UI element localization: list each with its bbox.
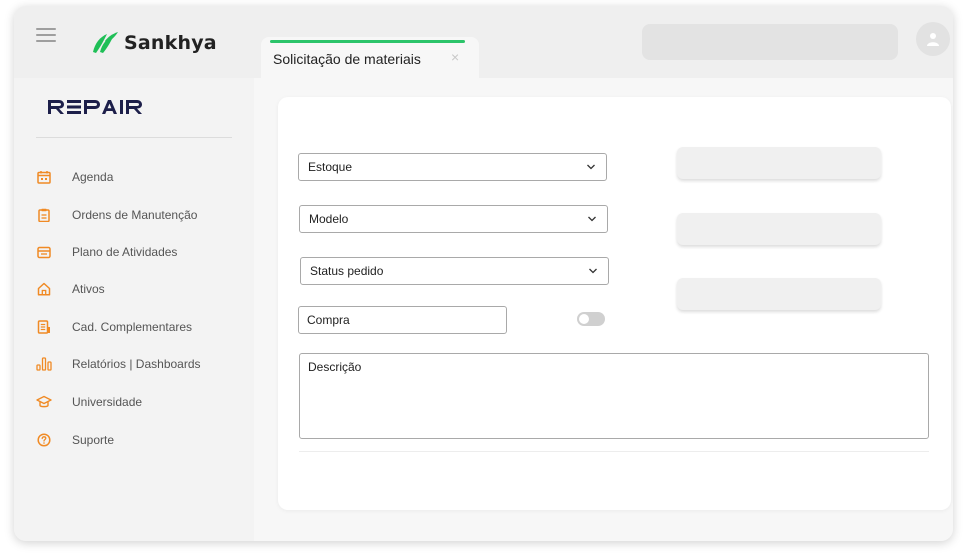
sidebar-item-relatorios-dashboards[interactable]: Relatórios | Dashboards <box>36 353 201 375</box>
sankhya-logo: Sankhya <box>90 28 217 58</box>
sidebar-divider <box>36 137 232 138</box>
modelo-select[interactable]: Modelo <box>299 205 608 233</box>
help-icon <box>36 432 52 448</box>
sankhya-leaf-icon <box>93 32 118 53</box>
status-pedido-label: Status pedido <box>310 264 384 278</box>
avatar[interactable] <box>916 22 950 56</box>
plan-icon <box>36 244 52 260</box>
sidebar-item-agenda[interactable]: Agenda <box>36 166 113 188</box>
sidebar-item-label: Cad. Complementares <box>72 320 193 334</box>
sidebar-item-cad-complementares[interactable]: Cad. Complementares <box>36 316 192 338</box>
sidebar-item-label: Plano de Atividades <box>72 245 178 259</box>
search-input[interactable] <box>642 24 898 60</box>
main-content: Estoque Modelo Status pedido Compra Desc… <box>254 78 953 541</box>
top-bar: Sankhya Solicitação de materiais × <box>14 6 953 78</box>
tab-solicitacao-materiais[interactable]: Solicitação de materiais × <box>261 37 479 78</box>
toggle-knob <box>579 314 589 324</box>
form-card: Estoque Modelo Status pedido Compra Desc… <box>278 97 951 510</box>
sidebar-item-label: Ativos <box>72 282 105 296</box>
compra-field[interactable]: Compra <box>298 306 507 334</box>
estoque-label: Estoque <box>308 160 353 174</box>
sidebar-item-label: Agenda <box>72 170 114 184</box>
form-divider <box>299 451 929 452</box>
chevron-down-icon <box>588 216 596 222</box>
active-tab-indicator <box>270 40 465 43</box>
modelo-label: Modelo <box>309 212 349 226</box>
descricao-label: Descrição <box>308 360 362 374</box>
menu-icon[interactable] <box>36 28 56 42</box>
action-button-3[interactable] <box>677 278 881 310</box>
app-window: Sankhya Solicitação de materiais × Agend… <box>14 6 953 541</box>
sidebar-item-label: Universidade <box>72 395 143 409</box>
bar-chart-icon <box>36 356 52 372</box>
compra-toggle[interactable] <box>577 312 605 326</box>
sidebar-item-label: Suporte <box>72 433 115 447</box>
brand-name: Sankhya <box>124 32 217 54</box>
close-icon[interactable]: × <box>451 49 459 65</box>
chevron-down-icon <box>589 268 597 274</box>
document-icon <box>36 319 52 335</box>
sidebar: Agenda Ordens de Manutenção Plano de Ati… <box>14 78 254 541</box>
sidebar-item-suporte[interactable]: Suporte <box>36 429 114 451</box>
calendar-icon <box>36 169 52 185</box>
user-icon <box>927 33 939 46</box>
sidebar-item-universidade[interactable]: Universidade <box>36 391 142 413</box>
tab-label: Solicitação de materiais <box>273 51 421 67</box>
action-button-2[interactable] <box>677 213 881 245</box>
home-icon <box>36 281 52 297</box>
repair-logo <box>46 98 166 121</box>
action-button-1[interactable] <box>677 147 881 179</box>
sidebar-item-ordens-manutencao[interactable]: Ordens de Manutenção <box>36 204 197 226</box>
sidebar-item-label: Ordens de Manutenção <box>72 208 198 222</box>
sidebar-item-label: Relatórios | Dashboards <box>72 357 201 371</box>
sidebar-item-ativos[interactable]: Ativos <box>36 278 105 300</box>
sidebar-item-plano-atividades[interactable]: Plano de Atividades <box>36 241 177 263</box>
compra-label: Compra <box>307 313 350 327</box>
estoque-select[interactable]: Estoque <box>298 153 607 181</box>
descricao-field[interactable]: Descrição <box>299 353 929 439</box>
clipboard-icon <box>36 207 52 223</box>
repair-wordmark <box>48 100 142 114</box>
chevron-down-icon <box>587 164 595 170</box>
status-pedido-select[interactable]: Status pedido <box>300 257 609 285</box>
graduation-cap-icon <box>36 394 52 410</box>
